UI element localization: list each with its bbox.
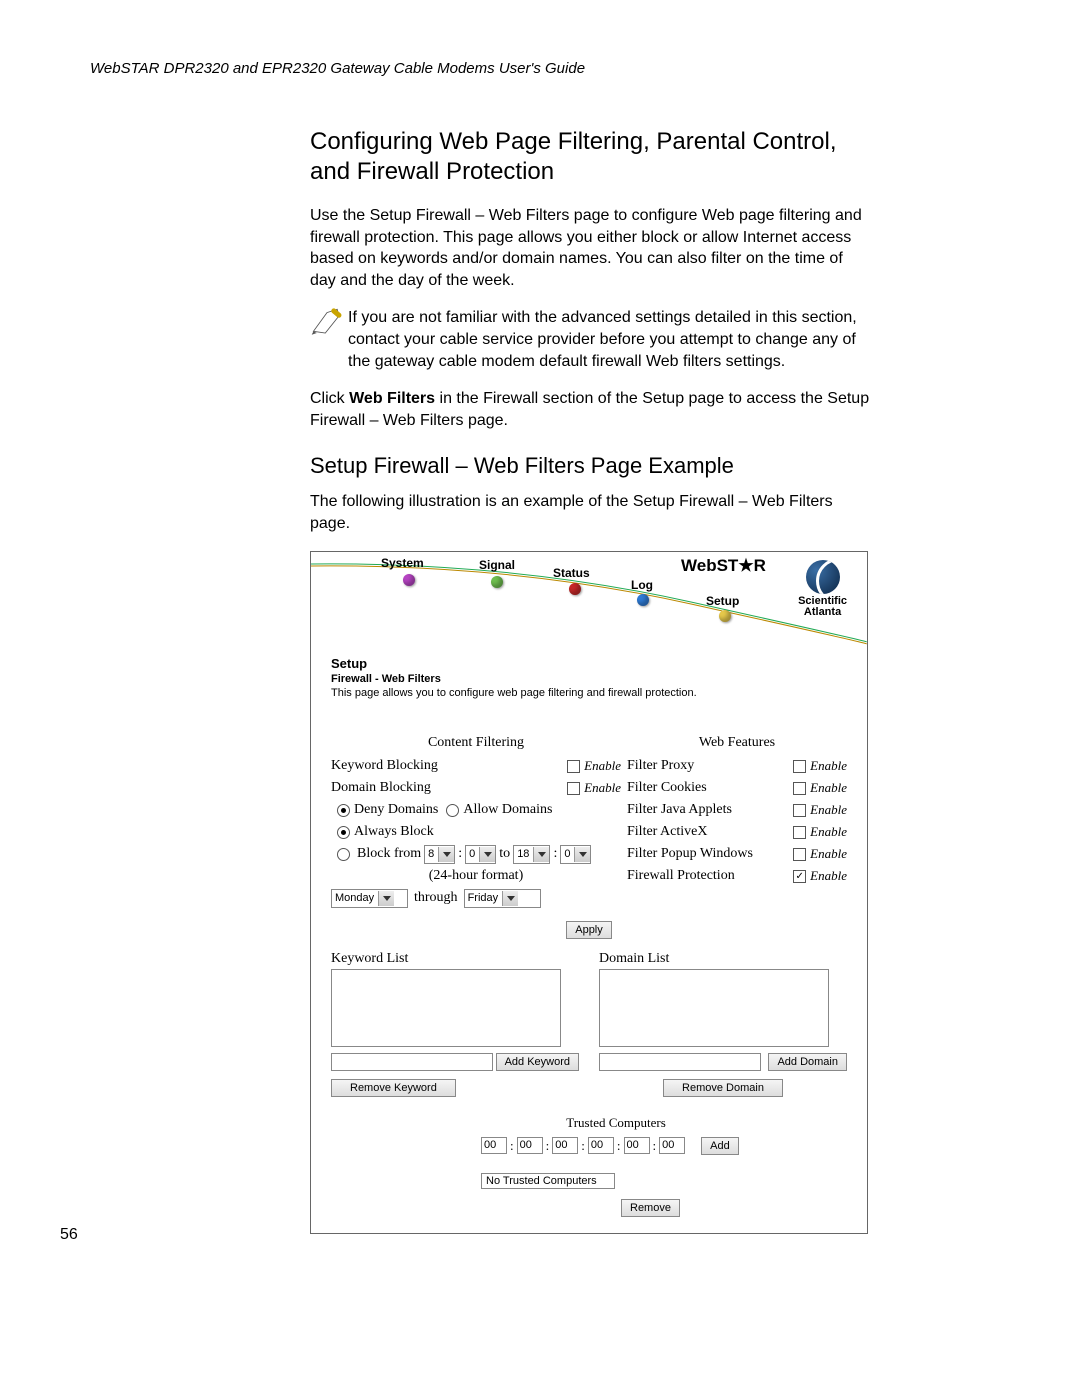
filter-activex-enable[interactable]: Enable bbox=[793, 824, 847, 840]
from-min-select[interactable]: 0 bbox=[465, 845, 496, 864]
filter-popup-label: Filter Popup Windows bbox=[627, 846, 793, 862]
note-icon bbox=[310, 307, 344, 342]
nav-log[interactable]: Log bbox=[631, 578, 653, 592]
mac-4-input[interactable]: 00 bbox=[624, 1137, 650, 1154]
filter-proxy-enable[interactable]: Enable bbox=[793, 758, 847, 774]
through-label: through bbox=[414, 890, 458, 906]
setup-description: This page allows you to configure web pa… bbox=[331, 687, 847, 699]
to-hour-select[interactable]: 18 bbox=[513, 845, 550, 864]
remove-keyword-button[interactable]: Remove Keyword bbox=[331, 1079, 456, 1097]
keyword-list-box[interactable] bbox=[331, 969, 561, 1047]
domain-list-box[interactable] bbox=[599, 969, 829, 1047]
no-trusted-box: No Trusted Computers bbox=[481, 1173, 615, 1189]
nav-setup[interactable]: Setup bbox=[706, 594, 739, 608]
keyword-list-title: Keyword List bbox=[331, 951, 579, 967]
note-text: If you are not familiar with the advance… bbox=[348, 307, 870, 372]
nav-status[interactable]: Status bbox=[553, 566, 590, 580]
illustration-caption: The following illustration is an example… bbox=[310, 491, 870, 534]
domain-blocking-enable[interactable]: Enable bbox=[567, 780, 621, 796]
remove-domain-button[interactable]: Remove Domain bbox=[663, 1079, 783, 1097]
day-from-select[interactable]: Monday bbox=[331, 889, 408, 908]
day-to-select[interactable]: Friday bbox=[464, 889, 541, 908]
time-format-note: (24-hour format) bbox=[429, 868, 523, 884]
click-instruction: Click Web Filters in the Firewall sectio… bbox=[310, 388, 870, 431]
keyword-input[interactable] bbox=[331, 1053, 493, 1071]
domain-input[interactable] bbox=[599, 1053, 761, 1071]
nav-system[interactable]: System bbox=[381, 556, 424, 570]
mac-3-input[interactable]: 00 bbox=[588, 1137, 614, 1154]
mac-5-input[interactable]: 00 bbox=[659, 1137, 685, 1154]
add-trusted-button[interactable]: Add bbox=[701, 1137, 739, 1155]
setup-heading: Setup bbox=[331, 656, 847, 671]
firewall-protection-enable[interactable]: ✓Enable bbox=[793, 868, 847, 884]
filter-activex-label: Filter ActiveX bbox=[627, 824, 793, 840]
nav-signal[interactable]: Signal bbox=[479, 558, 515, 572]
firewall-protection-label: Firewall Protection bbox=[627, 868, 793, 884]
block-from-radio[interactable] bbox=[337, 848, 350, 861]
mac-0-input[interactable]: 00 bbox=[481, 1137, 507, 1154]
example-heading: Setup Firewall – Web Filters Page Exampl… bbox=[310, 453, 870, 479]
always-block-label: Always Block bbox=[354, 824, 434, 840]
block-from-label: Block from bbox=[357, 846, 421, 862]
apply-button[interactable]: Apply bbox=[566, 921, 612, 939]
from-hour-select[interactable]: 8 bbox=[424, 845, 455, 864]
mac-2-input[interactable]: 00 bbox=[552, 1137, 578, 1154]
setup-subheading: Firewall - Web Filters bbox=[331, 673, 847, 685]
deny-domains-radio[interactable] bbox=[337, 804, 350, 817]
mac-1-input[interactable]: 00 bbox=[517, 1137, 543, 1154]
content-filtering-header: Content Filtering bbox=[331, 735, 621, 751]
trusted-computers-title: Trusted Computers bbox=[471, 1115, 761, 1131]
filter-cookies-label: Filter Cookies bbox=[627, 780, 793, 796]
section-title: Configuring Web Page Filtering, Parental… bbox=[310, 127, 870, 187]
allow-domains-label: Allow Domains bbox=[463, 802, 552, 818]
scientific-atlanta-logo: Scientific Atlanta bbox=[798, 560, 847, 619]
filter-popup-enable[interactable]: Enable bbox=[793, 846, 847, 862]
filter-java-label: Filter Java Applets bbox=[627, 802, 793, 818]
filter-java-enable[interactable]: Enable bbox=[793, 802, 847, 818]
page-number: 56 bbox=[60, 1226, 78, 1244]
brand-logo: WebST★R bbox=[681, 556, 766, 576]
keyword-blocking-label: Keyword Blocking bbox=[331, 758, 567, 774]
filter-cookies-enable[interactable]: Enable bbox=[793, 780, 847, 796]
web-filters-illustration: System Signal Status Log Setup WebST★R S… bbox=[310, 551, 868, 1234]
always-block-radio[interactable] bbox=[337, 826, 350, 839]
web-features-header: Web Features bbox=[627, 735, 847, 751]
filter-proxy-label: Filter Proxy bbox=[627, 758, 793, 774]
deny-domains-label: Deny Domains bbox=[354, 802, 438, 818]
domain-list-title: Domain List bbox=[599, 951, 847, 967]
add-keyword-button[interactable]: Add Keyword bbox=[496, 1053, 579, 1071]
add-domain-button[interactable]: Add Domain bbox=[768, 1053, 847, 1071]
running-header: WebSTAR DPR2320 and EPR2320 Gateway Cabl… bbox=[90, 60, 990, 77]
domain-blocking-label: Domain Blocking bbox=[331, 780, 567, 796]
allow-domains-radio[interactable] bbox=[446, 804, 459, 817]
to-min-select[interactable]: 0 bbox=[560, 845, 591, 864]
intro-paragraph: Use the Setup Firewall – Web Filters pag… bbox=[310, 205, 870, 291]
remove-trusted-button[interactable]: Remove bbox=[621, 1199, 680, 1217]
keyword-blocking-enable[interactable]: Enable bbox=[567, 758, 621, 774]
